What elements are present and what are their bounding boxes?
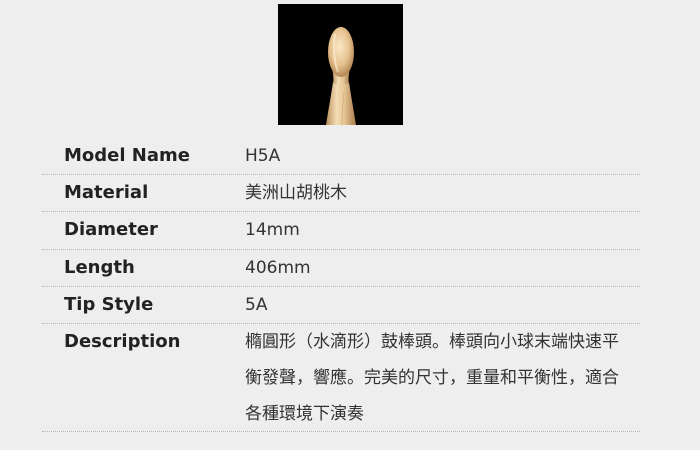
drumstick-illustration	[326, 27, 356, 125]
spec-label: Tip Style	[64, 294, 154, 315]
spec-row-model-name: Model Name H5A	[42, 138, 640, 175]
spec-row-diameter: Diameter 14mm	[42, 212, 640, 250]
spec-row-length: Length 406mm	[42, 250, 640, 287]
spec-row-material: Material 美洲山胡桃木	[42, 175, 640, 212]
spec-value: 5A	[245, 295, 268, 315]
spec-label: Model Name	[64, 145, 190, 166]
spec-value: 美洲山胡桃木	[245, 183, 347, 203]
spec-value: H5A	[245, 146, 281, 166]
drumstick-tip-photo	[278, 4, 403, 125]
spec-row-tip-style: Tip Style 5A	[42, 287, 640, 324]
spec-value: 14mm	[245, 220, 300, 240]
spec-label: Description	[64, 331, 181, 352]
product-spec-page: Model Name H5A Material 美洲山胡桃木 Diameter …	[0, 0, 700, 450]
spec-row-description: Description 橢圓形（水滴形）鼓棒頭。棒頭向小球末端快速平衡發聲，響應…	[42, 324, 640, 432]
spec-label: Length	[64, 257, 135, 278]
spec-label: Diameter	[64, 219, 158, 240]
spec-table: Model Name H5A Material 美洲山胡桃木 Diameter …	[42, 138, 640, 432]
spec-label: Material	[64, 182, 149, 203]
spec-value: 406mm	[245, 258, 311, 278]
spec-value: 橢圓形（水滴形）鼓棒頭。棒頭向小球末端快速平衡發聲，響應。完美的尺寸，重量和平衡…	[245, 332, 619, 424]
